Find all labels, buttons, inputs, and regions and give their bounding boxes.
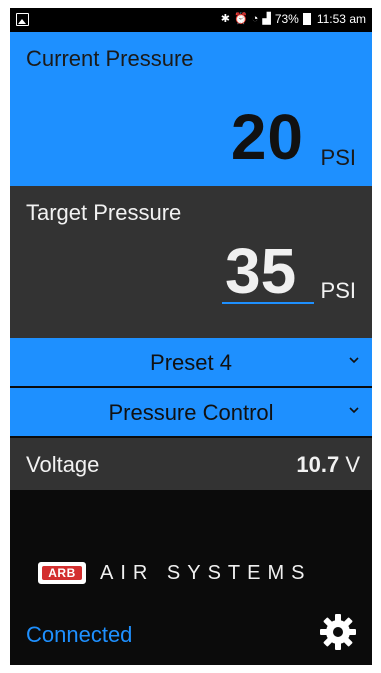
- status-icons: ✱ ⏰ ◔ ▟ 73% 11:53 am: [221, 12, 366, 26]
- battery-percent: 73%: [274, 12, 299, 26]
- target-pressure-label: Target Pressure: [26, 200, 182, 225]
- battery-icon: [302, 13, 311, 25]
- chevron-down-icon: [349, 407, 359, 414]
- target-pressure-input[interactable]: 35: [225, 234, 296, 308]
- arb-logo: ARB: [38, 562, 86, 584]
- voltage-readout: 10.7 V: [296, 452, 360, 478]
- voltage-unit: V: [345, 452, 360, 477]
- current-pressure-panel: Current Pressure 20 PSI: [10, 32, 372, 186]
- voltage-row: Voltage 10.7 V: [10, 438, 372, 490]
- bluetooth-icon: ✱: [220, 13, 230, 25]
- preset-dropdown-label: Preset 4: [150, 350, 232, 375]
- app-screen: ✱ ⏰ ◔ ▟ 73% 11:53 am Current Pressure 20…: [10, 8, 372, 665]
- alarm-icon: ⏰: [233, 13, 248, 25]
- wifi-icon: ◔: [251, 13, 259, 25]
- current-pressure-label: Current Pressure: [26, 46, 194, 71]
- preset-dropdown[interactable]: Preset 4: [10, 338, 372, 386]
- target-pressure-panel: Target Pressure 35 PSI: [10, 186, 372, 338]
- current-pressure-unit: PSI: [320, 145, 356, 170]
- signal-icon: ▟: [262, 13, 271, 25]
- status-bar: ✱ ⏰ ◔ ▟ 73% 11:53 am: [10, 8, 372, 32]
- target-pressure-unit: PSI: [320, 278, 356, 303]
- mode-dropdown[interactable]: Pressure Control: [10, 388, 372, 436]
- connection-status: Connected: [26, 622, 133, 647]
- voltage-label: Voltage: [26, 452, 100, 477]
- image-icon: [16, 13, 29, 26]
- clock: 11:53 am: [316, 12, 366, 26]
- current-pressure-value: 20: [230, 101, 304, 173]
- target-pressure-underline: [222, 302, 314, 304]
- voltage-value: 10.7: [296, 452, 340, 477]
- gear-icon[interactable]: [318, 612, 358, 652]
- chevron-down-icon: [349, 357, 359, 364]
- mode-dropdown-label: Pressure Control: [108, 400, 274, 425]
- brand-logo: ARB AIR SYSTEMS: [10, 560, 372, 596]
- arb-logo-text: ARB: [42, 566, 82, 580]
- brand-tagline: AIR SYSTEMS: [100, 562, 312, 584]
